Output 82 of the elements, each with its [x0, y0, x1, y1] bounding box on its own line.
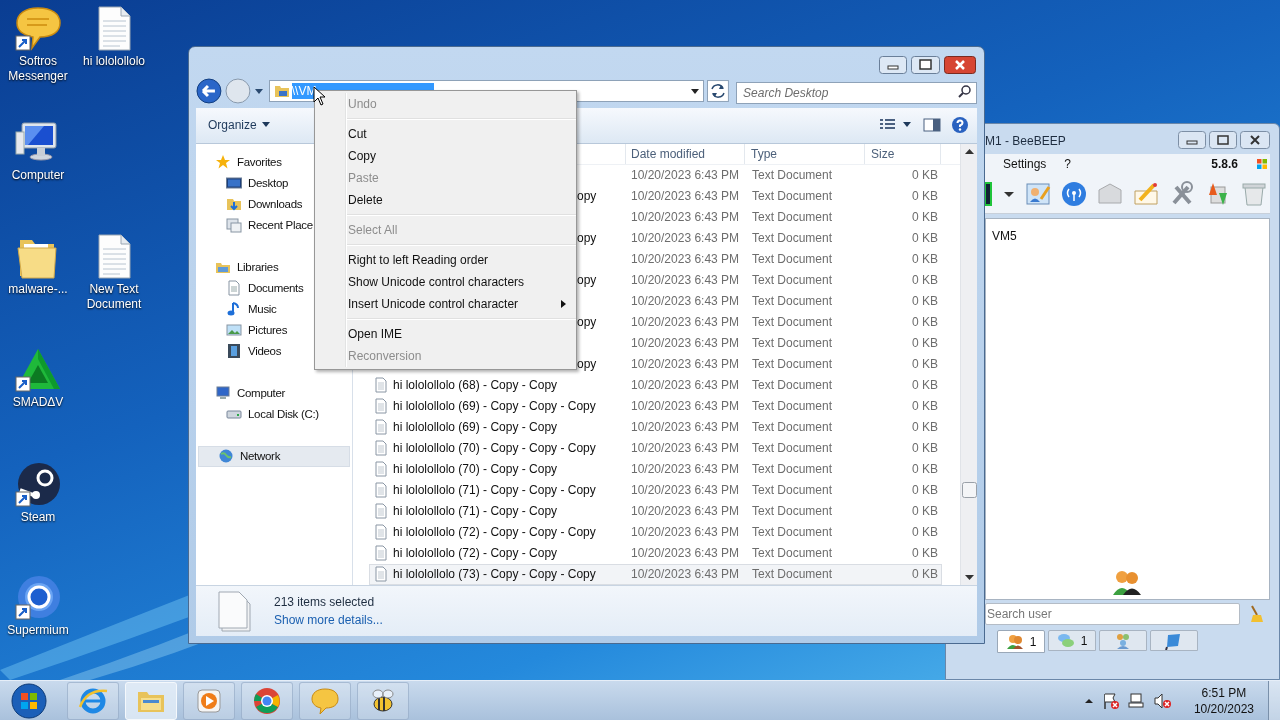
- date-cell-text: 10/20/2023 6:43 PM: [630, 272, 741, 290]
- type-cell-text: Text Document: [751, 440, 834, 458]
- file-name: hi lololollolo (70) - Copy - Copy: [393, 461, 558, 479]
- date-cell-text: 10/20/2023 6:43 PM: [630, 545, 741, 563]
- size-cell-text: 0 KB: [911, 293, 939, 311]
- file-name: hi lololollolo (72) - Copy - Copy - Copy: [393, 524, 596, 542]
- date-cell-text: 10/20/2023 6:43 PM: [630, 209, 741, 227]
- type-cell-text: Text Document: [751, 272, 834, 290]
- size-cell-text: 0 KB: [911, 314, 939, 332]
- tab-count: 1: [1080, 632, 1088, 650]
- size-cell-text: 0 KB: [911, 461, 939, 479]
- type-cell-text: Text Document: [751, 209, 834, 227]
- type-cell-text: Text Document: [751, 398, 834, 416]
- file-name: hi lololollolo (69) - Copy - Copy - Copy: [393, 398, 596, 416]
- size-cell-text: 0 KB: [911, 230, 939, 248]
- file-name: opy: [577, 272, 597, 290]
- file-name: hi lololollolo (71) - Copy - Copy - Copy: [393, 482, 596, 500]
- size-cell-text: 0 KB: [911, 503, 939, 521]
- file-name: opy: [577, 356, 597, 374]
- date-cell-text: 10/20/2023 6:43 PM: [630, 524, 741, 542]
- clock-date: 10/20/2023: [1193, 700, 1254, 717]
- size-cell-text: 0 KB: [911, 209, 939, 227]
- size-cell-text: 0 KB: [911, 440, 939, 458]
- size-cell-text: 0 KB: [911, 398, 939, 416]
- file-name: hi lololollolo (68) - Copy - Copy: [393, 377, 558, 395]
- date-cell-text: 10/20/2023 6:43 PM: [630, 335, 741, 353]
- date-cell-text: 10/20/2023 6:43 PM: [630, 398, 741, 416]
- file-name: hi lololollolo (69) - Copy - Copy: [393, 419, 558, 437]
- size-cell-text: 0 KB: [911, 272, 939, 290]
- date-cell-text: 10/20/2023 6:43 PM: [630, 419, 741, 437]
- file-name: opy: [577, 314, 597, 332]
- file-name: opy: [577, 188, 597, 206]
- file-name: hi lololollolo (71) - Copy - Copy: [393, 503, 558, 521]
- type-cell-text: Text Document: [751, 230, 834, 248]
- type-cell-text: Text Document: [751, 503, 834, 521]
- type-cell-text: Text Document: [751, 356, 834, 374]
- tab-count: 1: [1029, 633, 1037, 651]
- size-cell-text: 0 KB: [911, 356, 939, 374]
- date-cell-text: 10/20/2023 6:43 PM: [630, 230, 741, 248]
- size-cell-text: 0 KB: [911, 524, 939, 542]
- type-cell-text: Text Document: [751, 419, 834, 437]
- type-cell-text: Text Document: [751, 314, 834, 332]
- size-cell-text: 0 KB: [911, 482, 939, 500]
- size-cell-text: 0 KB: [911, 335, 939, 353]
- window-title: M1 - BeeBEEP: [985, 133, 1066, 150]
- size-cell-text: 0 KB: [911, 167, 939, 185]
- file-name: hi lololollolo (70) - Copy - Copy - Copy: [393, 440, 596, 458]
- type-cell-text: Text Document: [751, 251, 834, 269]
- date-cell-text: 10/20/2023 6:43 PM: [630, 440, 741, 458]
- date-cell-text: 10/20/2023 6:43 PM: [630, 356, 741, 374]
- type-cell-text: Text Document: [751, 188, 834, 206]
- type-cell-text: Text Document: [751, 461, 834, 479]
- file-name: hi lololollolo (73) - Copy - Copy - Copy: [393, 566, 596, 584]
- date-cell-text: 10/20/2023 6:43 PM: [630, 566, 741, 584]
- clock-time: 6:51 PM: [1201, 684, 1247, 701]
- type-cell-text: Text Document: [751, 566, 834, 584]
- file-name: opy: [577, 230, 597, 248]
- date-cell-text: 10/20/2023 6:43 PM: [630, 377, 741, 395]
- size-cell-text: 0 KB: [911, 377, 939, 395]
- type-cell-text: Text Document: [751, 293, 834, 311]
- date-cell-text: 10/20/2023 6:43 PM: [630, 293, 741, 311]
- size-cell-text: 0 KB: [911, 188, 939, 206]
- date-cell-text: 10/20/2023 6:43 PM: [630, 461, 741, 479]
- version-label: 5.8.6: [1211, 156, 1238, 173]
- type-cell-text: Text Document: [751, 377, 834, 395]
- selection-count: 213 items selected: [274, 593, 376, 611]
- size-cell-text: 0 KB: [911, 251, 939, 269]
- file-name: hi lololollolo (72) - Copy - Copy: [393, 545, 558, 563]
- type-cell-text: Text Document: [751, 335, 834, 353]
- size-cell-text: 0 KB: [911, 419, 939, 437]
- date-cell-text: 10/20/2023 6:43 PM: [630, 188, 741, 206]
- date-cell-text: 10/20/2023 6:43 PM: [630, 167, 741, 185]
- date-cell-text: 10/20/2023 6:43 PM: [630, 251, 741, 269]
- date-cell-text: 10/20/2023 6:43 PM: [630, 503, 741, 521]
- size-cell-text: 0 KB: [911, 566, 939, 584]
- type-cell-text: Text Document: [751, 545, 834, 563]
- type-cell-text: Text Document: [751, 482, 834, 500]
- type-cell-text: Text Document: [751, 524, 834, 542]
- size-cell-text: 0 KB: [911, 545, 939, 563]
- date-cell-text: 10/20/2023 6:43 PM: [630, 314, 741, 332]
- type-cell-text: Text Document: [751, 167, 834, 185]
- date-cell-text: 10/20/2023 6:43 PM: [630, 482, 741, 500]
